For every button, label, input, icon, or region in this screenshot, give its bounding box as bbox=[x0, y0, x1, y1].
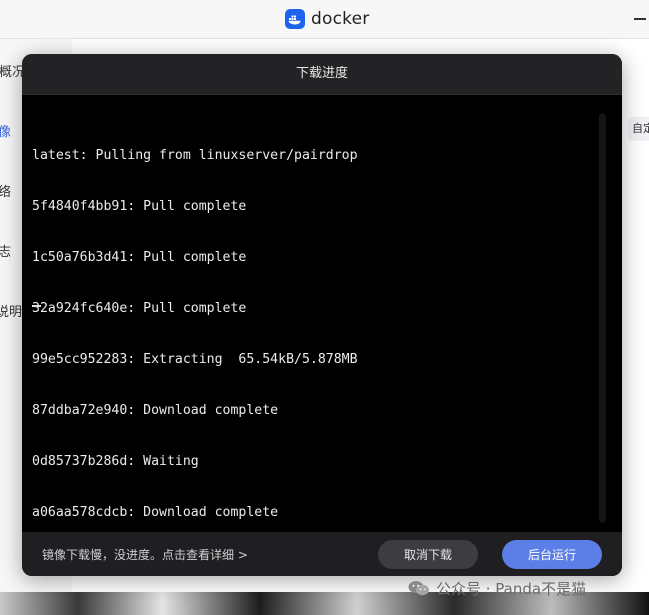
slow-download-help-link[interactable]: 镜像下载慢，没进度。点击查看详细 > bbox=[42, 546, 248, 563]
terminal-line: 32a924fc640e: Pull complete bbox=[32, 301, 247, 316]
terminal-line: 5f4840f4bb91: Pull complete bbox=[32, 199, 247, 214]
cancel-download-button[interactable]: 取消下载 bbox=[378, 540, 478, 569]
minimize-icon bbox=[634, 18, 646, 20]
sidebar-item-images[interactable]: 像 bbox=[0, 121, 11, 140]
minimize-button[interactable] bbox=[633, 12, 647, 26]
app-title-group: docker bbox=[285, 8, 369, 30]
dialog-title: 下载进度 bbox=[295, 66, 348, 81]
app-titlebar: docker bbox=[0, 0, 649, 39]
terminal-line: latest: Pulling from linuxserver/pairdro… bbox=[32, 148, 358, 163]
dialog-header: 下载进度 bbox=[22, 54, 622, 95]
terminal-cursor bbox=[32, 305, 41, 307]
dialog-footer: 镜像下载慢，没进度。点击查看详细 > 取消下载 后台运行 bbox=[22, 532, 622, 576]
sidebar-item-network[interactable]: 络 bbox=[0, 181, 11, 200]
custom-button[interactable]: 自定 bbox=[628, 117, 649, 141]
terminal-line: 0d85737b286d: Waiting bbox=[32, 454, 199, 469]
terminal-line: a06aa578cdcb: Download complete bbox=[32, 505, 279, 520]
watermark-text: 公众号 · Panda不是猫 bbox=[436, 579, 587, 598]
terminal-line: 99e5cc952283: Extracting 65.54kB/5.878MB bbox=[32, 352, 358, 367]
sidebar-item-help[interactable]: 说明 bbox=[0, 301, 22, 320]
app-title: docker bbox=[311, 9, 370, 29]
run-in-background-button[interactable]: 后台运行 bbox=[502, 540, 602, 569]
watermark: 公众号 · Panda不是猫 bbox=[408, 576, 586, 600]
sidebar-item-logs[interactable]: 志 bbox=[0, 241, 11, 260]
terminal-output[interactable]: latest: Pulling from linuxserver/pairdro… bbox=[22, 95, 622, 532]
terminal-line: 87ddba72e940: Download complete bbox=[32, 403, 279, 418]
docker-whale-icon bbox=[285, 9, 305, 29]
terminal-lines: latest: Pulling from linuxserver/pairdro… bbox=[32, 113, 358, 555]
terminal-scrollbar[interactable] bbox=[599, 113, 606, 523]
terminal-line: 1c50a76b3d41: Pull complete bbox=[32, 250, 247, 265]
wechat-icon bbox=[408, 580, 430, 596]
download-progress-dialog: 下载进度 latest: Pulling from linuxserver/pa… bbox=[22, 54, 622, 576]
